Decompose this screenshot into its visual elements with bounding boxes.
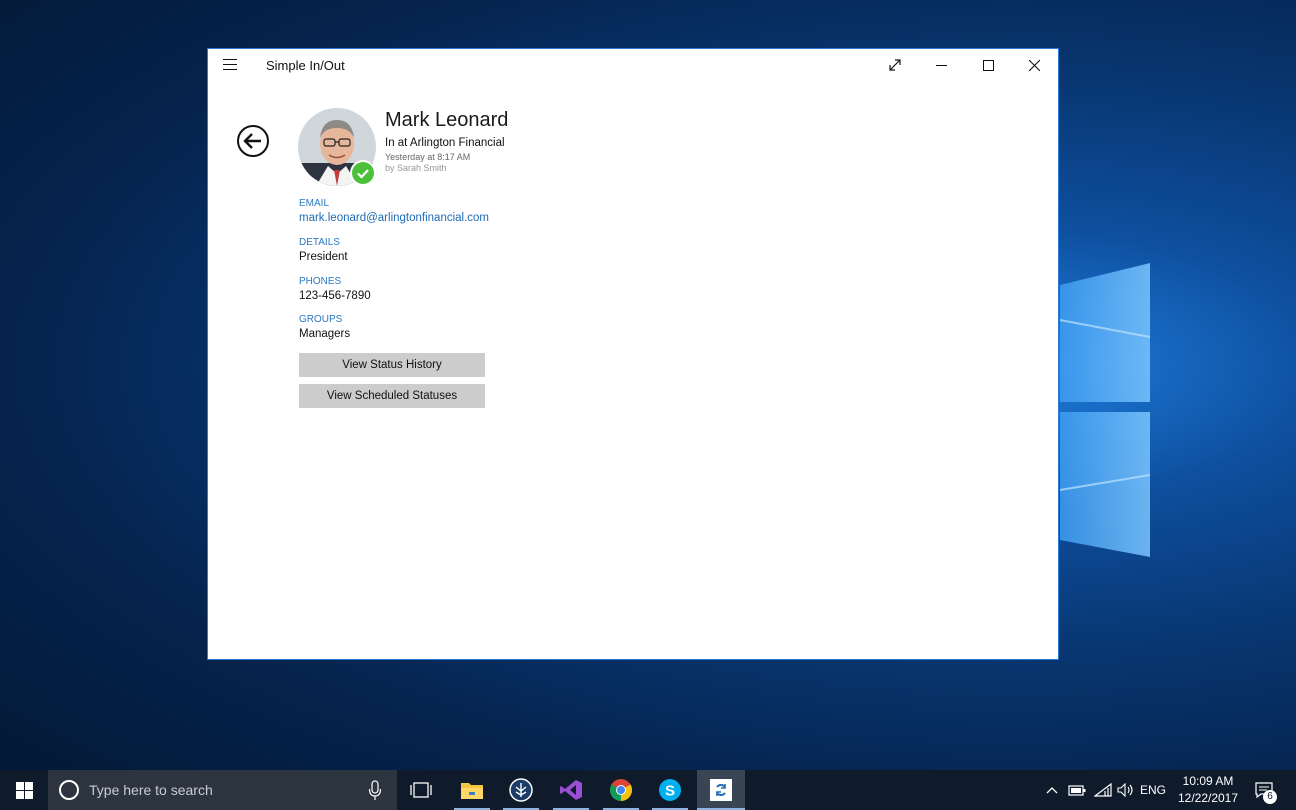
file-explorer-icon[interactable] (448, 770, 496, 810)
maximize-button[interactable] (965, 49, 1011, 81)
clock-date: 12/22/2017 (1177, 791, 1239, 805)
details-value: President (299, 251, 348, 263)
taskbar: Type here to search S ENG 10:09 AM 12/22… (0, 770, 1296, 810)
taskbar-clock[interactable]: 10:09 AM 12/22/2017 (1172, 773, 1244, 807)
contact-name: Mark Leonard (385, 109, 509, 131)
taskbar-search-box[interactable]: Type here to search (48, 770, 397, 810)
details-label: DETAILS (299, 237, 340, 248)
windows-start-icon (15, 781, 33, 799)
app-title: Simple In/Out (266, 58, 345, 73)
language-indicator[interactable]: ENG (1140, 783, 1166, 797)
minimize-button[interactable] (918, 49, 964, 81)
groups-value: Managers (299, 328, 351, 340)
skype-icon[interactable]: S (646, 770, 694, 810)
email-link[interactable]: mark.leonard@arlingtonfinancial.com (299, 212, 489, 224)
phones-label: PHONES (299, 276, 342, 287)
back-arrow-icon[interactable] (236, 124, 270, 158)
app-icon[interactable] (497, 770, 545, 810)
action-center-icon[interactable] (1250, 770, 1278, 810)
cortana-icon (59, 780, 79, 800)
status-timestamp: Yesterday at 8:17 AM (385, 152, 471, 162)
status-author: by Sarah Smith (385, 163, 447, 173)
start-button[interactable] (0, 770, 48, 810)
expand-icon[interactable] (872, 49, 918, 81)
chrome-icon[interactable] (597, 770, 645, 810)
volume-icon[interactable] (1116, 770, 1136, 810)
battery-icon[interactable] (1067, 770, 1087, 810)
close-button[interactable] (1011, 49, 1057, 81)
wifi-icon[interactable] (1093, 770, 1113, 810)
notification-count-badge: 6 (1263, 790, 1277, 804)
contact-status: In at Arlington Financial (385, 137, 505, 149)
checkmark-status-icon (350, 160, 376, 186)
avatar (298, 108, 376, 186)
email-label: EMAIL (299, 198, 330, 209)
search-placeholder: Type here to search (89, 782, 213, 798)
simple-in-out-icon[interactable] (697, 770, 745, 810)
visual-studio-icon[interactable] (547, 770, 595, 810)
show-hidden-icons-chevron-icon[interactable] (1043, 770, 1061, 810)
status-check-circle (352, 162, 374, 184)
view-scheduled-statuses-button[interactable]: View Scheduled Statuses (299, 384, 485, 408)
clock-time: 10:09 AM (1182, 774, 1234, 788)
phone-value: 123-456-7890 (299, 290, 371, 302)
groups-label: GROUPS (299, 314, 343, 325)
microphone-icon[interactable] (368, 780, 382, 802)
title-bar: Simple In/Out (208, 49, 1058, 81)
app-window: Simple In/Out Mark Leonard In at Arlingt… (207, 48, 1059, 660)
view-status-history-button[interactable]: View Status History (299, 353, 485, 377)
svg-text:S: S (665, 783, 675, 800)
hamburger-menu-icon[interactable] (223, 59, 237, 70)
task-view-icon[interactable] (397, 770, 445, 810)
